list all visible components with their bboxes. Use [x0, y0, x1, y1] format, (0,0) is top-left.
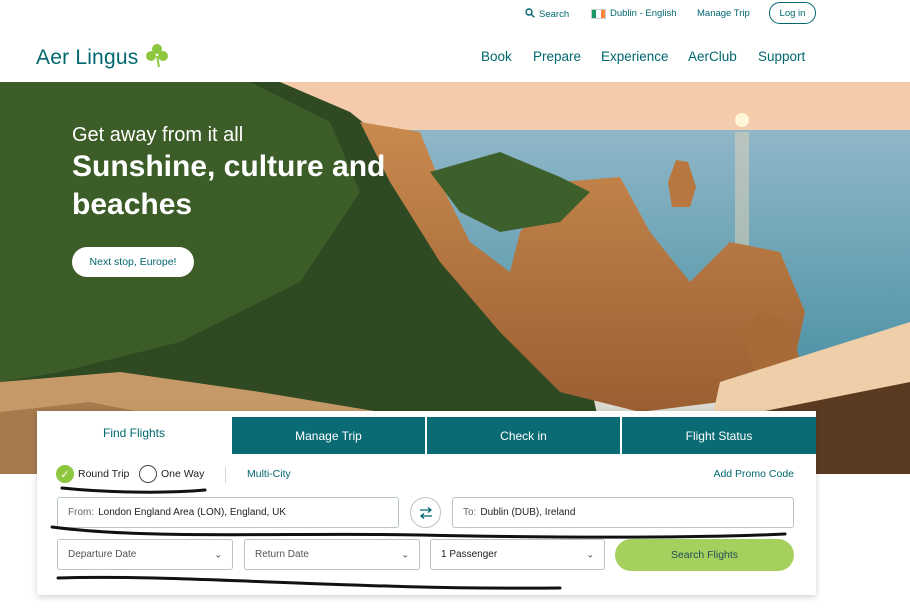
brand-logo[interactable]: Aer Lingus [36, 42, 170, 73]
utility-bar: Search Dublin - English Manage Trip Log … [0, 0, 910, 30]
round-trip-radio[interactable]: ✓ Round Trip [56, 465, 129, 483]
login-button[interactable]: Log in [769, 2, 816, 24]
booking-widget: Find Flights Manage Trip Check in Flight… [37, 411, 816, 595]
tab-flight-status[interactable]: Flight Status [622, 417, 816, 454]
chevron-down-icon: ⌄ [586, 549, 594, 559]
language-selector[interactable]: Dublin - English [591, 8, 677, 19]
search-flights-button[interactable]: Search Flights [615, 539, 794, 571]
booking-tabs: Find Flights Manage Trip Check in Flight… [37, 411, 816, 454]
utility-search-link[interactable]: Search [525, 8, 569, 21]
swap-icon[interactable] [410, 497, 441, 528]
radio-unchecked-icon [139, 465, 157, 483]
tab-manage-trip[interactable]: Manage Trip [232, 417, 425, 454]
add-promo-code-link[interactable]: Add Promo Code [713, 468, 794, 480]
to-field[interactable]: To: Dublin (DUB), Ireland [452, 497, 794, 528]
from-field[interactable]: From: London England Area (LON), England… [57, 497, 399, 528]
utility-manage-trip-link[interactable]: Manage Trip [697, 8, 750, 19]
utility-search-label: Search [539, 9, 570, 20]
language-label: Dublin - English [610, 8, 677, 19]
chevron-down-icon: ⌄ [214, 549, 222, 559]
tab-find-flights[interactable]: Find Flights [37, 411, 231, 454]
one-way-label: One Way [161, 468, 205, 480]
nav-book[interactable]: Book [481, 49, 512, 64]
hero-subtitle: Get away from it all [72, 124, 244, 146]
departure-date-select[interactable]: Departure Date ⌄ [57, 539, 233, 570]
tab-check-in[interactable]: Check in [427, 417, 620, 454]
return-date-select[interactable]: Return Date ⌄ [244, 539, 420, 570]
from-value: London England Area (LON), England, UK [98, 507, 287, 518]
departure-date-label: Departure Date [68, 549, 137, 560]
nav-prepare[interactable]: Prepare [533, 49, 581, 64]
multi-city-link[interactable]: Multi-City [247, 468, 291, 480]
trip-divider [225, 467, 226, 483]
trip-type-row: ✓ Round Trip One Way Multi-City Add Prom… [37, 465, 816, 485]
to-value: Dublin (DUB), Ireland [480, 507, 576, 518]
one-way-radio[interactable]: One Way [139, 465, 204, 483]
chevron-down-icon: ⌄ [401, 549, 409, 559]
brand-name: Aer Lingus [36, 45, 139, 69]
nav-experience[interactable]: Experience [601, 49, 669, 64]
passenger-label: 1 Passenger [441, 549, 498, 560]
to-label: To: [463, 507, 477, 518]
nav-aerclub[interactable]: AerClub [688, 49, 737, 64]
ireland-flag-icon [591, 8, 606, 19]
from-label: From: [68, 507, 95, 518]
hero-title: Sunshine, culture and beaches [72, 150, 386, 221]
check-icon: ✓ [56, 465, 74, 483]
round-trip-label: Round Trip [78, 468, 130, 480]
hero-cta-button[interactable]: Next stop, Europe! [72, 247, 194, 277]
passenger-select[interactable]: 1 Passenger ⌄ [430, 539, 605, 570]
shamrock-icon [144, 42, 170, 73]
return-date-label: Return Date [255, 549, 309, 560]
nav-support[interactable]: Support [758, 49, 805, 64]
search-icon [525, 8, 535, 21]
